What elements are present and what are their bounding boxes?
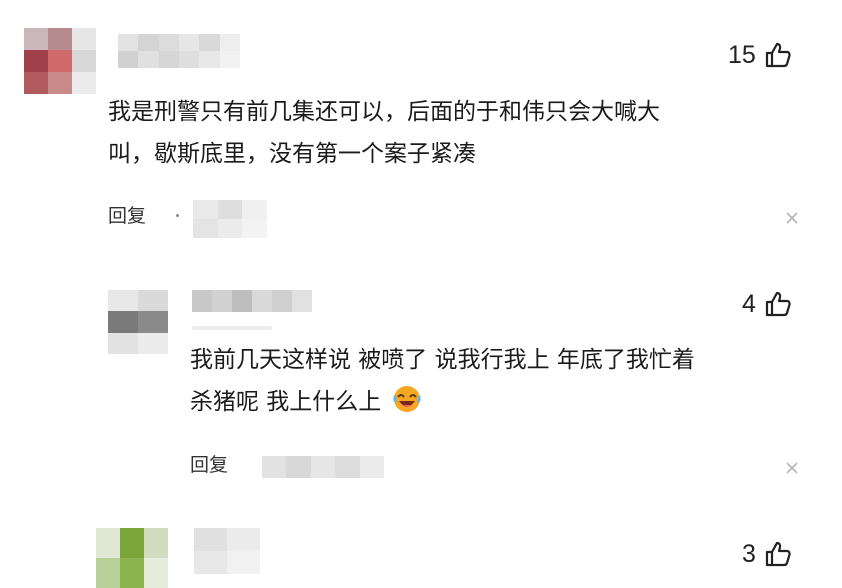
- like-count: 3: [742, 540, 756, 568]
- reply-button[interactable]: 回复: [108, 204, 146, 228]
- comment-line: 杀猪呢 我上什么上: [190, 389, 382, 415]
- separator-dot: [176, 214, 179, 217]
- avatar[interactable]: [24, 28, 96, 94]
- thumbs-up-icon: [765, 291, 791, 317]
- like-button[interactable]: 15: [728, 39, 792, 71]
- like-count: 4: [742, 290, 756, 318]
- close-icon[interactable]: [784, 210, 800, 226]
- thumbs-up-icon: [765, 42, 791, 68]
- username-blurred[interactable]: [192, 290, 312, 312]
- username-blurred[interactable]: [194, 528, 260, 574]
- timestamp-blurred: [193, 200, 267, 238]
- like-button[interactable]: 3: [742, 538, 792, 570]
- comment-text: 我前几天这样说 被喷了 说我行我上 年底了我忙着 杀猪呢 我上什么上: [190, 339, 695, 423]
- comment-line: 我是刑警只有前几集还可以，后面的于和伟只会大喊大: [108, 99, 660, 125]
- laughing-crying-emoji-icon: [392, 386, 421, 412]
- like-count: 15: [728, 41, 756, 69]
- thumbs-up-icon: [765, 541, 791, 567]
- timestamp-blurred: [262, 456, 384, 478]
- comment-line-with-emoji: 杀猪呢 我上什么上: [190, 381, 695, 423]
- comment-line: 叫，歇斯底里，没有第一个案子紧凑: [108, 141, 476, 167]
- comment-text: 我是刑警只有前几集还可以，后面的于和伟只会大喊大 叫，歇斯底里，没有第一个案子紧…: [108, 91, 660, 175]
- comment-line: 我前几天这样说 被喷了 说我行我上 年底了我忙着: [190, 347, 695, 373]
- username-underline-blurred: [192, 326, 272, 330]
- like-button[interactable]: 4: [742, 288, 792, 320]
- avatar[interactable]: [96, 528, 168, 588]
- reply-button[interactable]: 回复: [190, 453, 228, 477]
- username-blurred[interactable]: [118, 34, 240, 68]
- close-icon[interactable]: [784, 460, 800, 476]
- avatar[interactable]: [108, 290, 168, 354]
